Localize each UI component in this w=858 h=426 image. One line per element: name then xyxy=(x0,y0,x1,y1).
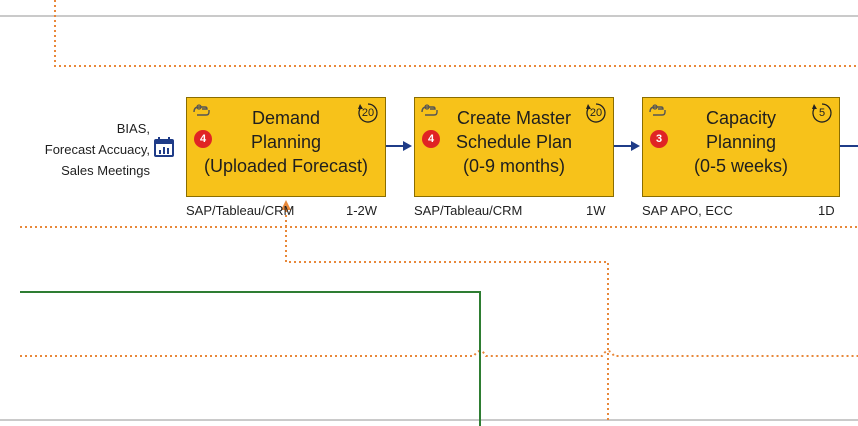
step-systems: SAP/Tableau/CRM xyxy=(414,203,523,218)
step-systems: SAP APO, ECC xyxy=(642,203,733,218)
step-title: Demand Planning (Uploaded Forecast) xyxy=(203,108,369,176)
step-duration: 1D xyxy=(818,203,835,218)
dotted-connector-top xyxy=(54,0,858,67)
step-duration: 1W xyxy=(586,203,606,218)
process-box-demand-planning[interactable]: 4 20 Demand Planning (Uploaded Forecast) xyxy=(186,97,386,197)
dotted-lane-2 xyxy=(20,350,858,357)
flow-arrowhead-1 xyxy=(403,141,412,151)
calendar-chart-icon xyxy=(154,137,174,157)
step-duration: 1-2W xyxy=(346,203,378,218)
dotted-feedback-connector xyxy=(285,210,609,420)
process-box-capacity-planning[interactable]: 3 5 Capacity Planning (0-5 weeks) xyxy=(642,97,840,197)
process-box-master-schedule[interactable]: 4 20 Create Master Schedule Plan (0-9 mo… xyxy=(414,97,614,197)
process-inputs-label: BIAS, Forecast Accuacy, Sales Meetings xyxy=(44,121,150,178)
step-title: Create Master Schedule Plan (0-9 months) xyxy=(455,108,573,176)
flow-arrowhead-2 xyxy=(631,141,640,151)
step-title: Capacity Planning (0-5 weeks) xyxy=(693,108,789,176)
green-flow-line xyxy=(20,291,481,426)
step-systems: SAP/Tableau/CRM xyxy=(186,203,295,218)
